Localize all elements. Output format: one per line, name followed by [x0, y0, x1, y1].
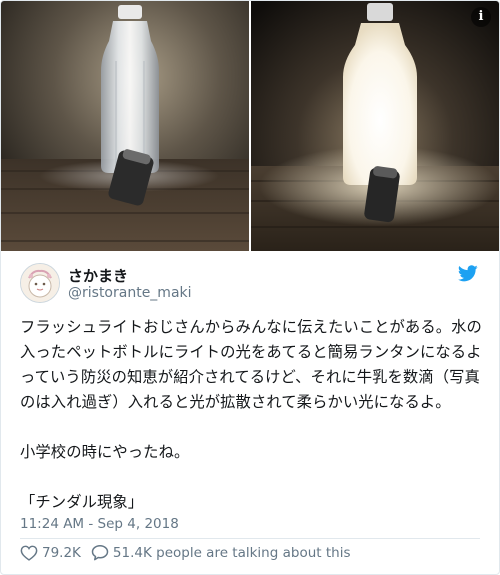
- conversation-count: 51.4K people are talking about this: [112, 544, 351, 561]
- tweet-header: さかまき @ristorante_maki: [20, 263, 480, 305]
- info-icon[interactable]: i: [471, 7, 491, 27]
- tweet-timestamp[interactable]: 11:24 AM - Sep 4, 2018: [20, 516, 179, 532]
- tweet-text: フラッシュライトおじさんからみんなに伝えたいことがある。水の入ったペットボトルに…: [20, 318, 482, 511]
- speech-bubble-icon: [91, 545, 109, 561]
- like-count: 79.2K: [42, 544, 81, 561]
- twitter-bird-icon[interactable]: [458, 265, 478, 282]
- milky-bottle-image: [251, 1, 499, 251]
- tweet-card: i さかまき @ristorante_maki フラッシュライトおじさんからみん…: [0, 0, 500, 575]
- author-display-name[interactable]: さかまき: [68, 265, 128, 286]
- photo-clear-bottle[interactable]: [1, 1, 249, 251]
- heart-icon: [20, 545, 38, 561]
- tweet-media: i: [1, 1, 499, 251]
- photo-milky-bottle[interactable]: [251, 1, 499, 251]
- clear-bottle-image: [1, 1, 249, 251]
- divider: [20, 538, 480, 539]
- avatar[interactable]: [20, 263, 60, 303]
- like-button[interactable]: 79.2K: [20, 545, 81, 561]
- tweet-actions: 79.2K 51.4K people are talking about thi…: [20, 544, 360, 561]
- reply-button[interactable]: 51.4K people are talking about this: [91, 544, 351, 561]
- avatar-illustration-icon: [21, 264, 59, 302]
- author-handle[interactable]: @ristorante_maki: [68, 285, 192, 301]
